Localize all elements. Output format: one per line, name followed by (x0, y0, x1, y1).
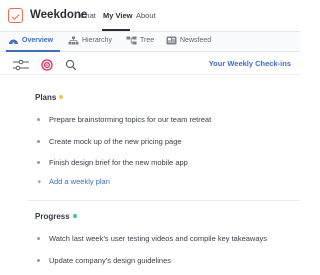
progress-status-dot (72, 213, 77, 218)
nav-my-view[interactable]: My View (103, 11, 132, 20)
search-icon[interactable] (65, 58, 77, 76)
top-bar: Weekdone Chat My View About (0, 0, 300, 32)
plan-item[interactable]: Create mock up of the new pricing page (49, 137, 182, 146)
plan-item[interactable]: Prepare brainstorming topics for our tea… (49, 115, 211, 124)
weekdone-logo-icon[interactable] (8, 8, 23, 23)
progress-title-text: Progress (35, 212, 70, 221)
tree-icon (126, 36, 137, 45)
progress-item[interactable]: Watch last week’s user testing videos an… (49, 234, 267, 243)
plan-item[interactable]: Finish design brief for the new mobile a… (49, 158, 188, 167)
active-tab-indicator (6, 50, 60, 52)
tab-label: Newsfeed (180, 37, 212, 44)
nav-chat[interactable]: Chat (80, 11, 96, 20)
toolbar: Your Weekly Check-ins (0, 53, 300, 75)
filter-icon[interactable] (12, 58, 30, 76)
app-name: Weekdone (30, 9, 88, 21)
tab-overview[interactable]: Overview (8, 36, 53, 45)
list-bullet (37, 140, 40, 143)
list-bullet (37, 161, 40, 164)
plus-icon: + (37, 177, 42, 186)
tab-hierarchy[interactable]: Hierarchy (68, 36, 112, 45)
tab-label: Tree (140, 37, 155, 44)
add-plan-label: Add a weekly plan (49, 177, 110, 186)
progress-section-title: Progress (35, 212, 77, 221)
tab-label: Overview (22, 37, 54, 44)
nav-about[interactable]: About (136, 11, 156, 20)
tab-newsfeed[interactable]: Newsfeed (166, 36, 211, 45)
hierarchy-icon (68, 36, 79, 45)
progress-item[interactable]: Update company’s design guidelines (49, 256, 171, 265)
plans-title-text: Plans (35, 93, 57, 102)
weekly-checkins-link[interactable]: Your Weekly Check-ins (209, 59, 291, 68)
tab-label: Hierarchy (82, 37, 112, 44)
list-bullet (37, 259, 40, 262)
add-weekly-plan-button[interactable]: + Add a weekly plan (37, 177, 110, 186)
overview-icon (8, 36, 19, 45)
plans-status-dot (59, 94, 64, 99)
target-icon[interactable] (41, 58, 53, 76)
tab-tree[interactable]: Tree (126, 36, 154, 45)
plans-section-title: Plans (35, 93, 64, 102)
active-nav-indicator (102, 29, 130, 31)
newsfeed-icon (166, 36, 177, 45)
section-divider (27, 200, 300, 201)
list-bullet (37, 237, 40, 240)
view-tabs: Overview Hierarchy Tree Newsfeed (0, 32, 300, 52)
list-bullet (37, 118, 40, 121)
